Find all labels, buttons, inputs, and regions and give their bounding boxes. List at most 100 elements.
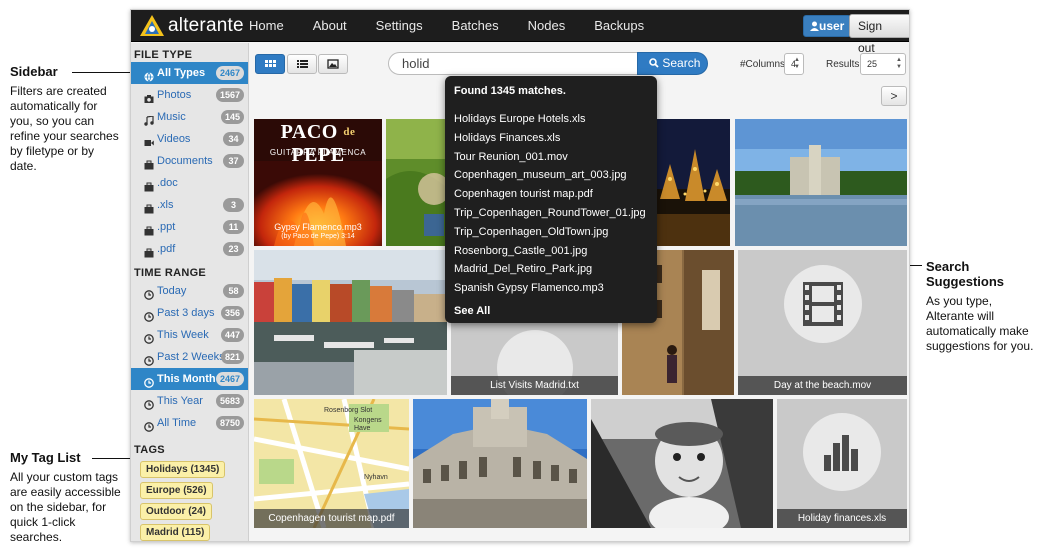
map-pdf-tile[interactable]: Rosenborg Slot Kongens Have Nyhavn Copen…: [254, 399, 409, 528]
file-type-count-badge: 3: [223, 198, 244, 212]
retiro-park-tile[interactable]: [735, 119, 907, 246]
time-range-item[interactable]: Past 2 Weeks 821: [131, 346, 248, 368]
sidebar: FILE TYPE All Types 2467 Photos 1567 Music 14…: [131, 43, 249, 541]
sidebar-annotation: Sidebar Filters are created automaticall…: [10, 64, 122, 174]
time-range-label: This Week: [157, 329, 209, 341]
file-type-item[interactable]: .ppt 11: [131, 216, 248, 238]
grid-view-button[interactable]: [255, 54, 285, 74]
night-lights-image: [655, 119, 730, 246]
briefcase-icon: [144, 244, 154, 258]
clock-icon: [144, 396, 154, 410]
image-view-button[interactable]: [318, 54, 348, 74]
nav-settings[interactable]: Settings: [376, 10, 423, 42]
file-type-item[interactable]: Music 145: [131, 106, 248, 128]
search-icon: [649, 58, 659, 68]
baby-image: [591, 399, 773, 528]
building-photo-tile[interactable]: [413, 399, 587, 528]
time-range-item[interactable]: Today 58: [131, 280, 248, 302]
tag-chip[interactable]: Madrid (115): [140, 524, 211, 541]
next-page-button[interactable]: >: [881, 86, 907, 106]
video-icon: [144, 134, 154, 146]
file-type-label: Music: [157, 111, 186, 123]
tag-list: Holidays (1345) Europe (526) Outdoor (24) M…: [131, 457, 248, 541]
time-range-item[interactable]: This Month 2467: [131, 368, 248, 390]
album-title-1: PACO: [280, 121, 338, 143]
search-button[interactable]: Search: [637, 52, 708, 75]
suggestion-item[interactable]: Tour Reunion_001.mov: [454, 148, 646, 167]
search-input[interactable]: holid: [388, 52, 638, 75]
file-type-label: .pdf: [157, 243, 176, 255]
file-type-item[interactable]: Photos 1567: [131, 84, 248, 106]
album-title-line: PACO de PEPE: [254, 121, 382, 167]
file-type-count-badge: 23: [223, 242, 244, 256]
time-range-label: Past 2 Weeks: [157, 351, 225, 363]
suggestion-item[interactable]: Copenhagen_museum_art_003.jpg: [454, 166, 646, 185]
suggestions-annotation-text: As you type, Alterante will automaticall…: [926, 294, 1034, 353]
file-type-item[interactable]: Documents 37: [131, 150, 248, 172]
nav-batches[interactable]: Batches: [452, 10, 499, 42]
time-range-item[interactable]: This Year 5683: [131, 390, 248, 412]
beach-video-tile[interactable]: Day at the beach.mov: [738, 250, 907, 395]
sign-out-button[interactable]: Sign out: [849, 14, 909, 55]
tag-chip[interactable]: Outdoor (24): [140, 503, 212, 520]
user-button[interactable]: user: [803, 15, 852, 37]
search-suggestions-dropdown: Found 1345 matches. Holidays Europe Hote…: [445, 76, 657, 323]
nav-nodes[interactable]: Nodes: [528, 10, 566, 42]
tags-annotation: My Tag List All your custom tags are eas…: [10, 450, 126, 545]
clock-icon: [144, 286, 154, 300]
suggestion-item[interactable]: Trip_Copenhagen_OldTown.jpg: [454, 223, 646, 242]
file-type-count-badge: 37: [223, 154, 244, 168]
time-range-item[interactable]: All Time 8750: [131, 412, 248, 434]
file-type-item[interactable]: All Types 2467: [131, 62, 248, 84]
time-range-count-badge: 58: [223, 284, 244, 298]
search-button-label: Search: [662, 56, 701, 70]
flamenco-album-tile[interactable]: PACO de PEPE GUITARRA FLAMENCA Gypsy Fla…: [254, 119, 382, 246]
suggestion-item[interactable]: Holidays Finances.xls: [454, 129, 646, 148]
time-range-label: This Year: [157, 395, 203, 407]
list-view-button[interactable]: [287, 54, 317, 74]
suggestion-item[interactable]: Madrid_Del_Retiro_Park.jpg: [454, 260, 646, 279]
album-caption: Gypsy Flamenco.mp3 (by Paco de Pepe) 3:1…: [254, 222, 382, 242]
file-type-label: .doc: [157, 177, 178, 189]
suggestion-item[interactable]: Trip_Copenhagen_RoundTower_01.jpg: [454, 204, 646, 223]
time-range-item[interactable]: Past 3 days 356: [131, 302, 248, 324]
columns-stepper[interactable]: 4 ▲ ▼: [784, 53, 804, 75]
file-type-label: All Types: [157, 67, 206, 79]
file-type-title: FILE TYPE: [134, 49, 193, 61]
tag-chip[interactable]: Europe (526): [140, 482, 213, 499]
time-range-count-badge: 821: [220, 350, 244, 364]
file-type-count-badge: 145: [220, 110, 244, 124]
map-label-3: Have: [354, 425, 371, 432]
finances-xls-tile[interactable]: Holiday finances.xls: [777, 399, 907, 528]
building-image: [413, 399, 587, 528]
baby-photo-tile[interactable]: [591, 399, 773, 528]
suggestion-item[interactable]: Spanish Gypsy Flamenco.mp3: [454, 279, 646, 298]
nav-home[interactable]: Home: [249, 10, 284, 42]
results-stepper[interactable]: 25 ▲ ▼: [860, 53, 906, 75]
nav-backups[interactable]: Backups: [594, 10, 644, 42]
file-type-item[interactable]: Videos 34: [131, 128, 248, 150]
tag-chip[interactable]: Holidays (1345): [140, 461, 226, 478]
time-range-label: This Month: [157, 373, 216, 385]
logo-text: alterante: [168, 15, 244, 36]
see-all-link[interactable]: See All: [454, 305, 490, 317]
columns-label: #Columns:: [740, 59, 788, 70]
nyhavn-photo-tile[interactable]: [254, 250, 447, 395]
globe-icon: [144, 68, 154, 82]
suggestion-item[interactable]: Copenhagen tourist map.pdf: [454, 185, 646, 204]
suggestion-item[interactable]: Rosenborg_Castle_001.jpg: [454, 242, 646, 261]
file-type-item[interactable]: .doc: [131, 172, 248, 194]
nav-about[interactable]: About: [313, 10, 347, 42]
time-range-item[interactable]: This Week 447: [131, 324, 248, 346]
logo[interactable]: alterante: [139, 14, 244, 38]
suggestion-item[interactable]: Holidays Europe Hotels.xls: [454, 110, 646, 129]
album-caption-line2: (by Paco de Pepe) 3:14: [281, 233, 355, 240]
copenhagen-night-tile[interactable]: [655, 119, 730, 246]
grass-photo-tile[interactable]: [386, 119, 448, 246]
file-type-item[interactable]: .xls 3: [131, 194, 248, 216]
file-type-list: All Types 2467 Photos 1567 Music 145 Videos 34 D…: [131, 62, 248, 260]
stepper-arrows-icon: ▲ ▼: [896, 57, 902, 70]
tags-annotation-text: All your custom tags are easily accessib…: [10, 470, 121, 544]
tags-title: TAGS: [134, 444, 165, 456]
file-type-item[interactable]: .pdf 23: [131, 238, 248, 260]
